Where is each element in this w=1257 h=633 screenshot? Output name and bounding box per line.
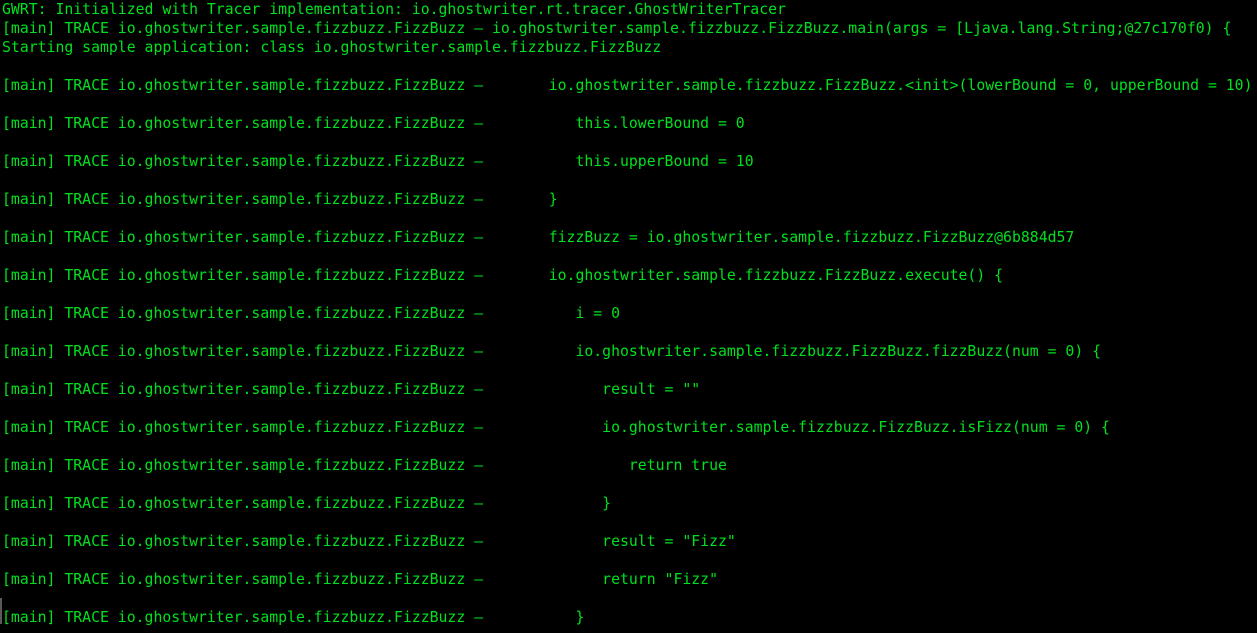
trace-message: } <box>522 495 612 512</box>
trace-line: [main] TRACE io.ghostwriter.sample.fizzb… <box>2 190 558 209</box>
trace-line: [main] TRACE io.ghostwriter.sample.fizzb… <box>2 114 745 133</box>
trace-prefix: [main] TRACE io.ghostwriter.sample.fizzb… <box>2 191 484 208</box>
trace-message: io.ghostwriter.sample.fizzbuzz.FizzBuzz.… <box>522 419 1110 436</box>
trace-prefix: [main] TRACE io.ghostwriter.sample.fizzb… <box>2 267 484 284</box>
trace-line: [main] TRACE io.ghostwriter.sample.fizzb… <box>2 76 1257 95</box>
terminal-window[interactable]: GWRT: Initialized with Tracer implementa… <box>0 0 1257 633</box>
trace-message: fizzBuzz = io.ghostwriter.sample.fizzbuz… <box>522 229 1075 246</box>
trace-prefix: [main] TRACE io.ghostwriter.sample.fizzb… <box>2 419 484 436</box>
trace-prefix: [main] TRACE io.ghostwriter.sample.fizzb… <box>2 77 484 94</box>
trace-line: [main] TRACE io.ghostwriter.sample.fizzb… <box>2 494 611 513</box>
trace-prefix: [main] TRACE io.ghostwriter.sample.fizzb… <box>2 305 484 322</box>
trace-line: [main] TRACE io.ghostwriter.sample.fizzb… <box>2 418 1110 437</box>
trace-message: } <box>522 191 558 208</box>
trace-message: io.ghostwriter.sample.fizzbuzz.FizzBuzz.… <box>522 343 1102 360</box>
trace-prefix: [main] TRACE io.ghostwriter.sample.fizzb… <box>2 609 484 626</box>
trace-line: [main] TRACE io.ghostwriter.sample.fizzb… <box>2 228 1074 247</box>
trace-line: [main] TRACE io.ghostwriter.sample.fizzb… <box>2 456 727 475</box>
trace-line: [main] TRACE io.ghostwriter.sample.fizzb… <box>2 304 620 323</box>
trace-message: result = "" <box>522 381 701 398</box>
trace-prefix: [main] TRACE io.ghostwriter.sample.fizzb… <box>2 457 484 474</box>
init-line: GWRT: Initialized with Tracer implementa… <box>2 1 786 18</box>
trace-prefix: [main] TRACE io.ghostwriter.sample.fizzb… <box>2 153 484 170</box>
trace-prefix: [main] TRACE io.ghostwriter.sample.fizzb… <box>2 533 484 550</box>
trace-line: [main] TRACE io.ghostwriter.sample.fizzb… <box>2 570 718 589</box>
trace-line: [main] TRACE io.ghostwriter.sample.fizzb… <box>2 342 1101 361</box>
trace-message: this.upperBound = 10 <box>522 153 754 170</box>
trace-line: [main] TRACE io.ghostwriter.sample.fizzb… <box>2 152 754 171</box>
trace-message: } <box>522 609 585 626</box>
trace-message: io.ghostwriter.sample.fizzbuzz.FizzBuzz.… <box>522 267 1004 284</box>
trace-message: return "Fizz" <box>522 571 718 588</box>
trace-prefix: [main] TRACE io.ghostwriter.sample.fizzb… <box>2 229 484 246</box>
trace-prefix: [main] TRACE io.ghostwriter.sample.fizzb… <box>2 381 484 398</box>
trace-message: io.ghostwriter.sample.fizzbuzz.FizzBuzz.… <box>522 77 1257 94</box>
trace-line: [main] TRACE io.ghostwriter.sample.fizzb… <box>2 608 584 627</box>
trace-prefix: [main] TRACE io.ghostwriter.sample.fizzb… <box>2 343 484 360</box>
trace-message: return true <box>522 457 727 474</box>
trace-prefix: [main] TRACE io.ghostwriter.sample.fizzb… <box>2 571 484 588</box>
trace-line: [main] TRACE io.ghostwriter.sample.fizzb… <box>2 266 1003 285</box>
trace-prefix: [main] TRACE io.ghostwriter.sample.fizzb… <box>2 115 484 132</box>
trace-message: result = "Fizz" <box>522 533 736 550</box>
trace-line: [main] TRACE io.ghostwriter.sample.fizzb… <box>2 380 700 399</box>
window-edge-marker <box>0 598 2 624</box>
main-trace-line: [main] TRACE io.ghostwriter.sample.fizzb… <box>2 20 1232 37</box>
trace-line: [main] TRACE io.ghostwriter.sample.fizzb… <box>2 532 736 551</box>
trace-prefix: [main] TRACE io.ghostwriter.sample.fizzb… <box>2 495 484 512</box>
trace-message: i = 0 <box>522 305 620 322</box>
trace-message: this.lowerBound = 0 <box>522 115 745 132</box>
startup-line: Starting sample application: class io.gh… <box>2 39 662 56</box>
